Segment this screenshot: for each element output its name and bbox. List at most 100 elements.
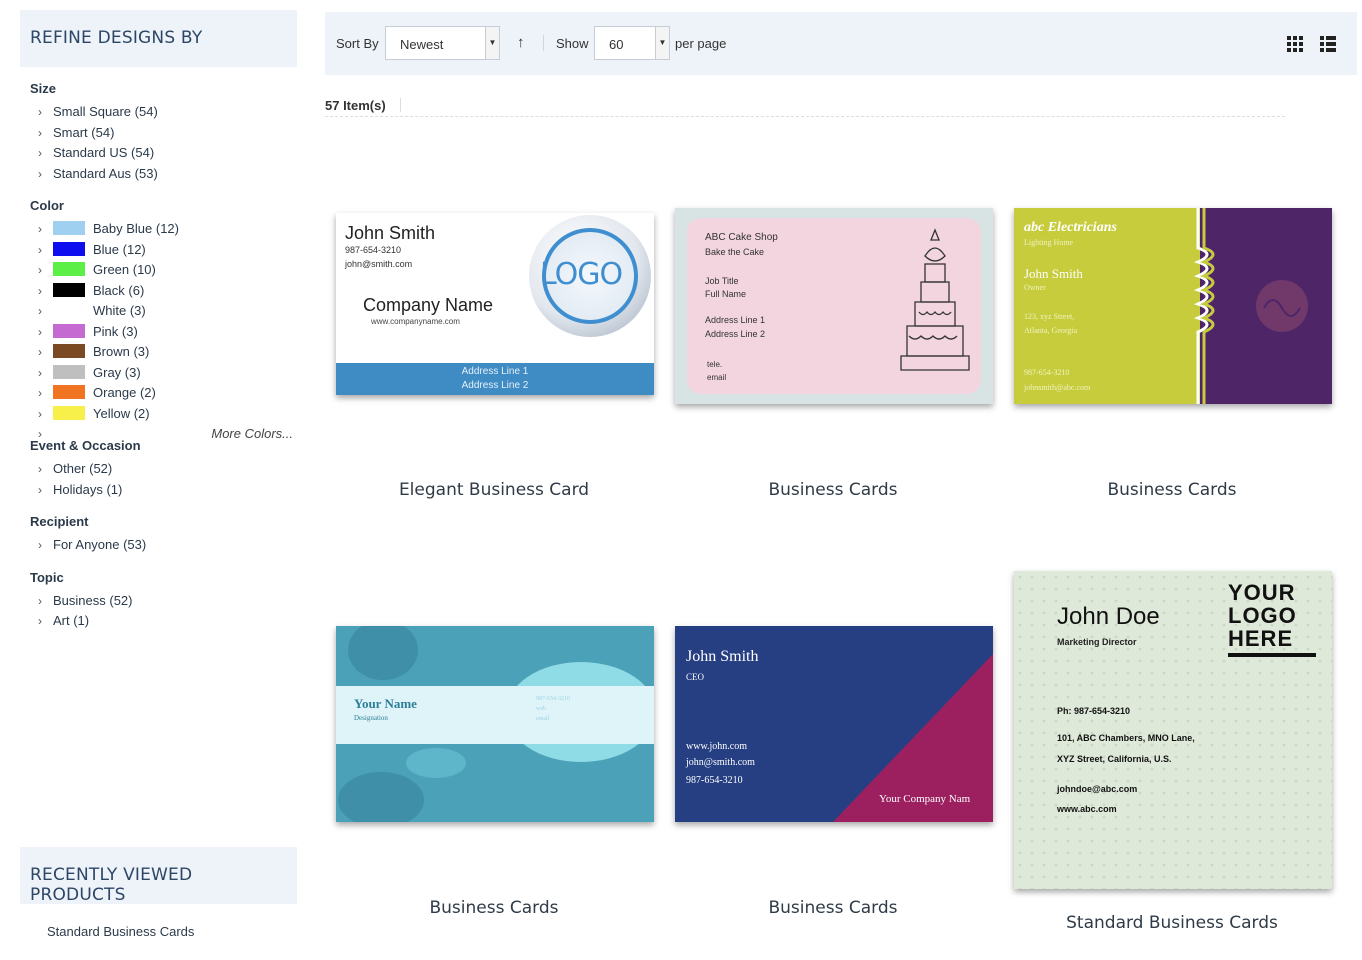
sort-select[interactable]: Newest ▼ <box>385 26 500 60</box>
card-name: John Smith <box>686 648 759 665</box>
deco-circle <box>406 748 466 778</box>
facet-item-for-anyone[interactable]: › For Anyone (53) <box>38 535 297 556</box>
chevron-right-icon: › <box>38 614 42 628</box>
recently-viewed-heading: RECENTLY VIEWED PRODUCTS <box>20 847 297 905</box>
chevron-right-icon: › <box>38 166 42 181</box>
product-card-electricians[interactable]: abc Electricians Lighting Home John Smit… <box>1014 208 1332 404</box>
color-orange[interactable]: › Orange (2) <box>38 383 297 404</box>
chevron-right-icon: › <box>38 324 42 339</box>
card-name: John Smith <box>1024 266 1083 281</box>
logo-line-1: YOUR <box>1228 580 1296 605</box>
color-swatch <box>53 221 85 235</box>
facet-item-smart[interactable]: › Smart (54) <box>38 123 297 144</box>
product-card-elegant[interactable]: John Smith 987-654-3210 john@smith.com C… <box>336 213 654 395</box>
sort-direction-arrow-icon[interactable]: ↑ <box>517 34 525 51</box>
card-email: johndoe@abc.com <box>1057 784 1138 794</box>
listing-toolbar: Sort By Newest ▼ ↑ Show 60 ▼ per page <box>325 12 1357 75</box>
product-title-4[interactable]: Business Cards <box>334 898 654 918</box>
color-swatch <box>53 344 85 358</box>
chevron-right-icon: › <box>38 427 42 441</box>
card-address-2: Address Line 2 <box>461 380 529 391</box>
chevron-right-icon: › <box>38 146 42 160</box>
product-card-cake[interactable]: ABC Cake Shop Bake the Cake Job Title Fu… <box>675 208 993 404</box>
product-title-5[interactable]: Business Cards <box>673 898 993 918</box>
color-brown[interactable]: › Brown (3) <box>38 342 297 363</box>
sort-by-label: Sort By <box>336 36 379 51</box>
card-line: Full Name <box>705 289 747 299</box>
card-address-1: 123, xyz Street, <box>1024 312 1075 321</box>
card-company: Company Name <box>363 295 494 315</box>
chevron-right-icon: › <box>38 593 42 608</box>
card-line: ABC Cake Shop <box>705 232 778 243</box>
facet-item-small-square[interactable]: › Small Square (54) <box>38 102 297 123</box>
color-swatch <box>53 303 85 317</box>
product-card-teal[interactable]: Your Name Designation 987-654-3210 web e… <box>336 626 654 822</box>
results-separator <box>325 116 1285 117</box>
card-tagline: Lighting Home <box>1024 238 1074 247</box>
count-divider <box>400 98 401 112</box>
logo-line-2: LOGO <box>1228 603 1297 628</box>
grid-view-icon[interactable] <box>1287 36 1303 52</box>
chevron-right-icon: › <box>38 365 42 380</box>
product-title-2[interactable]: Business Cards <box>673 480 993 500</box>
color-gray[interactable]: › Gray (3) <box>38 363 297 384</box>
color-yellow[interactable]: › Yellow (2) <box>38 404 297 425</box>
color-black[interactable]: › Black (6) <box>38 281 297 302</box>
chevron-right-icon: › <box>38 304 42 318</box>
facet-item-art[interactable]: › Art (1) <box>38 611 297 632</box>
facet-item-standard-aus[interactable]: › Standard Aus (53) <box>38 164 297 185</box>
facet-item-business[interactable]: › Business (52) <box>38 591 297 612</box>
product-card-standard[interactable]: John Doe Marketing Director YOUR LOGO HE… <box>1014 571 1332 889</box>
card-web: www.abc.com <box>1057 804 1117 814</box>
card-address-2: Atlanta, Georgia <box>1024 326 1078 335</box>
logo-underline <box>1228 653 1316 657</box>
card-email: john@smith.com <box>345 259 413 269</box>
chevron-right-icon: › <box>38 386 42 400</box>
card-name: Your Name <box>354 696 417 711</box>
color-swatch <box>53 282 85 297</box>
refine-heading: REFINE DESIGNS BY <box>20 10 297 67</box>
facet-item-holidays[interactable]: › Holidays (1) <box>38 480 297 501</box>
facet-title-size: Size <box>30 81 57 96</box>
card-web: www.companyname.com <box>371 317 460 326</box>
product-card-navy[interactable]: John Smith CEO www.john.com john@smith.c… <box>675 626 993 822</box>
product-title-3[interactable]: Business Cards <box>1012 480 1332 500</box>
color-green[interactable]: › Green (10) <box>38 260 297 281</box>
facet-title-recipient: Recipient <box>30 514 89 529</box>
card-line: Bake the Cake <box>705 247 765 257</box>
card-line: tele. <box>707 360 723 369</box>
color-swatch <box>53 262 85 276</box>
card-phone: 987-654-3210 <box>686 775 743 786</box>
card-phone: 987-654-3210 <box>345 245 402 255</box>
color-white[interactable]: › White (3) <box>38 301 297 322</box>
card-line: Address Line 1 <box>705 315 766 325</box>
facet-list-color: › Baby Blue (12) › Blue (12) › Green (10) ›… <box>20 219 297 441</box>
product-title-6[interactable]: Standard Business Cards <box>1012 913 1332 933</box>
refine-sidebar: REFINE DESIGNS BY Size › Small Square (54… <box>20 10 297 632</box>
facet-title-topic: Topic <box>30 569 64 585</box>
card-role: Marketing Director <box>1057 637 1137 647</box>
show-label: Show <box>556 36 589 51</box>
facet-list-topic: › Business (52) › Art (1) <box>20 591 297 632</box>
color-pink[interactable]: › Pink (3) <box>38 322 297 343</box>
recent-item-link[interactable]: Standard Business Cards <box>47 924 297 939</box>
logo-line-3: HERE <box>1228 626 1294 651</box>
card-designation: Designation <box>354 714 388 722</box>
card-address-1: 101, ABC Chambers, MNO Lane, <box>1057 733 1195 743</box>
deco-circle <box>338 772 424 822</box>
facet-item-other[interactable]: › Other (52) <box>38 459 297 480</box>
show-count-select[interactable]: 60 ▼ <box>594 26 670 60</box>
card-email: johnsmith@abc.com <box>1024 383 1091 392</box>
product-title-1[interactable]: Elegant Business Card <box>334 480 654 500</box>
color-swatch <box>53 241 85 256</box>
facet-item-standard-us[interactable]: › Standard US (54) <box>38 143 297 164</box>
color-blue[interactable]: › Blue (12) <box>38 240 297 261</box>
list-view-icon[interactable] <box>1320 36 1336 52</box>
chevron-right-icon: › <box>38 283 42 298</box>
card-company: Your Company Nam <box>879 793 971 805</box>
card-phone: 987-654-3210 <box>536 696 570 702</box>
card-phone: 987-654-3210 <box>1024 368 1070 377</box>
facet-title-color: Color <box>30 198 64 213</box>
color-baby-blue[interactable]: › Baby Blue (12) <box>38 219 297 240</box>
card-line: Job Title <box>705 276 739 286</box>
